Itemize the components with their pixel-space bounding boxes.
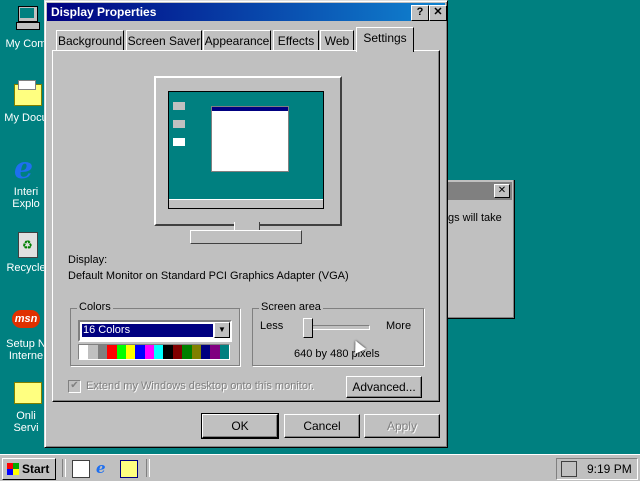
start-button[interactable]: Start — [2, 458, 56, 480]
system-tray: 9:19 PM — [556, 458, 638, 480]
titlebar[interactable]: Display Properties ? ✕ — [47, 3, 447, 21]
apply-button[interactable]: Apply — [364, 414, 440, 438]
tab-screen-saver[interactable]: Screen Saver — [126, 30, 202, 51]
tab-web[interactable]: Web — [320, 30, 354, 51]
color-swatch — [163, 345, 173, 359]
screen-area-slider-track[interactable] — [306, 325, 370, 330]
advanced-button[interactable]: Advanced... — [346, 376, 422, 398]
screen-area-slider-thumb[interactable] — [303, 318, 313, 338]
start-label: Start — [22, 462, 50, 476]
screen-area-group-label: Screen area — [259, 301, 323, 313]
color-swatch — [200, 345, 211, 359]
tab-settings[interactable]: Settings — [356, 27, 414, 52]
colors-dropdown[interactable]: 16 Colors ▼ — [78, 320, 232, 342]
color-swatch — [116, 345, 126, 359]
taskbar-separator — [146, 459, 150, 477]
color-swatch — [97, 345, 108, 359]
display-value: Default Monitor on Standard PCI Graphics… — [68, 270, 349, 282]
cancel-button[interactable]: Cancel — [284, 414, 360, 438]
monitor-neck — [234, 222, 260, 230]
monitor-base — [190, 230, 302, 244]
color-swatch — [219, 345, 229, 359]
more-label: More — [386, 320, 412, 332]
tab-effects[interactable]: Effects — [273, 30, 319, 51]
color-swatch — [107, 345, 117, 359]
taskbar: Start e 9:19 PM — [0, 454, 640, 481]
color-swatch — [88, 345, 98, 359]
ie-quicklaunch-icon[interactable]: e — [96, 460, 112, 476]
background-dialog-close-button[interactable]: ✕ — [494, 184, 510, 198]
recycle-bin-icon: ♻ — [10, 228, 42, 260]
chevron-down-icon[interactable]: ▼ — [214, 322, 230, 338]
monitor-screen — [168, 91, 324, 209]
less-label: Less — [260, 320, 284, 332]
folder-icon — [10, 376, 42, 408]
help-button[interactable]: ? — [411, 5, 429, 21]
color-swatch — [191, 345, 201, 359]
color-swatch — [125, 345, 136, 359]
ie-icon: e — [14, 151, 34, 186]
color-swatch — [172, 345, 183, 359]
folder-icon — [10, 78, 42, 110]
clock[interactable]: 9:19 PM — [587, 462, 632, 476]
quick-launch-separator — [62, 459, 66, 477]
ok-button[interactable]: OK — [201, 413, 279, 439]
color-swatch — [144, 345, 154, 359]
tab-background[interactable]: Background — [56, 30, 124, 51]
color-swatch — [135, 345, 145, 359]
color-swatch — [79, 345, 89, 359]
windows-logo-icon — [7, 463, 19, 475]
extend-desktop-checkbox[interactable]: ✔ — [68, 380, 81, 393]
msn-icon: msn — [10, 304, 42, 336]
color-swatch — [182, 345, 192, 359]
close-button[interactable]: ✕ — [429, 5, 447, 21]
background-dialog-text: gs will take — [448, 212, 502, 224]
channels-icon[interactable] — [120, 460, 138, 478]
tab-appearance[interactable]: Appearance — [203, 30, 271, 51]
display-settings-tray-icon[interactable] — [561, 461, 577, 477]
color-palette — [78, 344, 230, 360]
display-label: Display: — [68, 254, 108, 266]
computer-icon — [10, 4, 42, 36]
color-swatch — [210, 345, 220, 359]
screen-area-value: 640 by 480 pixels — [294, 348, 380, 360]
color-swatch — [154, 345, 164, 359]
background-dialog[interactable]: ✕ gs will take — [440, 180, 515, 319]
show-desktop-icon[interactable] — [72, 460, 90, 478]
colors-group-label: Colors — [77, 301, 113, 313]
colors-selected-value: 16 Colors — [82, 324, 213, 337]
window-title: Display Properties — [51, 5, 157, 19]
extend-desktop-label: Extend my Windows desktop onto this moni… — [86, 380, 315, 392]
